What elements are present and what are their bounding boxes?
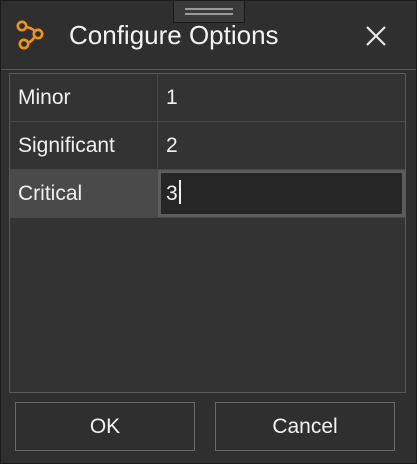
grid-row-critical[interactable]: Critical 3 [10, 170, 405, 218]
workflow-nodes-icon [15, 20, 45, 50]
close-icon [366, 26, 386, 46]
row-value-input[interactable]: 3 [158, 170, 405, 217]
drag-handle[interactable] [173, 1, 245, 23]
row-value-text: 3 [166, 182, 178, 205]
configure-options-dialog: Configure Options Minor 1 Significant 2 … [0, 0, 417, 464]
grid-row-minor[interactable]: Minor 1 [10, 74, 405, 122]
close-button[interactable] [359, 19, 393, 53]
row-value-field[interactable]: 1 [158, 74, 405, 121]
dialog-title: Configure Options [69, 20, 279, 50]
row-label: Significant [10, 122, 158, 169]
options-grid: Minor 1 Significant 2 Critical 3 [9, 73, 406, 393]
ok-button[interactable]: OK [15, 402, 195, 451]
row-label: Critical [10, 170, 158, 217]
cancel-button[interactable]: Cancel [215, 402, 395, 451]
drag-handle-line [185, 8, 233, 10]
row-label: Minor [10, 74, 158, 121]
grid-row-significant[interactable]: Significant 2 [10, 122, 405, 170]
row-value-field[interactable]: 2 [158, 122, 405, 169]
drag-handle-line [185, 13, 233, 15]
text-caret [178, 180, 181, 205]
